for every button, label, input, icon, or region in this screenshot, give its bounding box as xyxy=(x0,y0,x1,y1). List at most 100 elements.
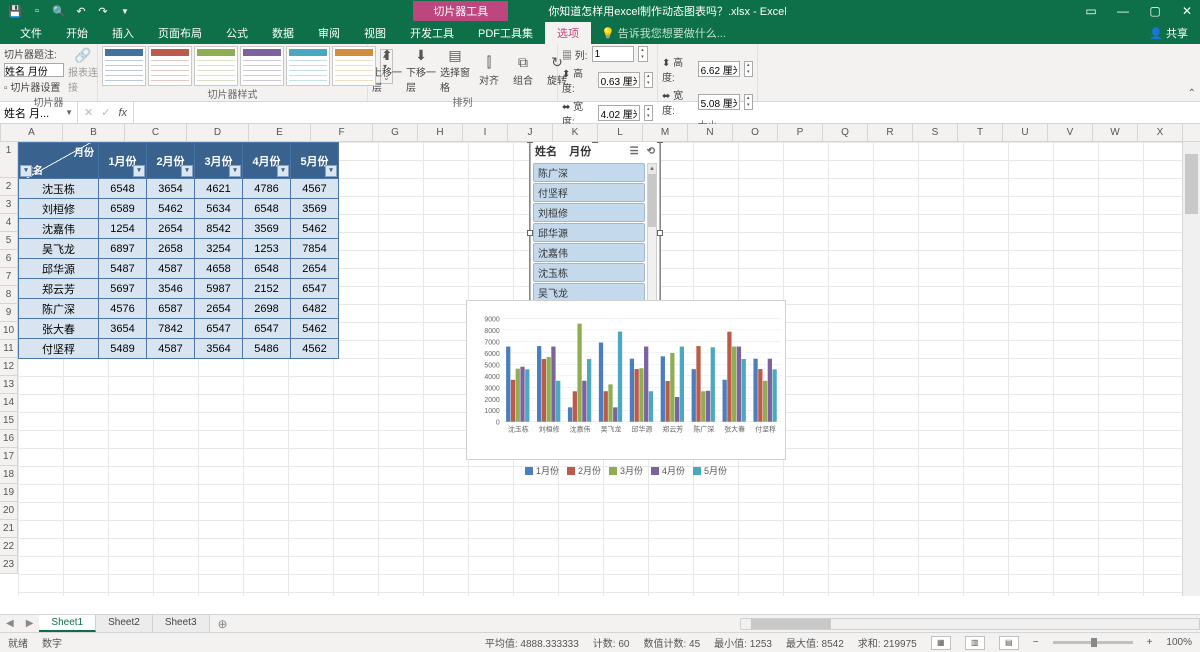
row-header-8[interactable]: 8 xyxy=(0,286,18,304)
slicer-caption-input[interactable] xyxy=(4,63,64,77)
slicer-style-1[interactable] xyxy=(148,46,192,86)
row-header-23[interactable]: 23 xyxy=(0,556,18,574)
report-connections-button[interactable]: 🔗 报表连接 xyxy=(68,46,98,94)
page-break-view-icon[interactable]: ▤ xyxy=(999,636,1019,650)
row-headers[interactable]: 1234567891011121314151617181920212223 xyxy=(0,142,18,574)
save-icon[interactable]: 💾 xyxy=(8,4,22,18)
row-header-11[interactable]: 11 xyxy=(0,340,18,358)
btn-height-spin[interactable]: ⬍ 高度:▴▾ xyxy=(562,65,653,95)
undo-icon[interactable]: ↶ xyxy=(74,4,88,18)
col-header-E[interactable]: E xyxy=(249,124,311,141)
tab-开发工具[interactable]: 开发工具 xyxy=(398,22,466,44)
arrange-组合[interactable]: ⧉组合 xyxy=(508,54,538,87)
row-header-15[interactable]: 15 xyxy=(0,412,18,430)
column-headers[interactable]: ABCDEFGHIJKLMNOPQRSTUVWXY xyxy=(0,124,1200,142)
zoom-level[interactable]: 100% xyxy=(1166,637,1192,648)
slicer-style-3[interactable] xyxy=(240,46,284,86)
col-header-Q[interactable]: Q xyxy=(823,124,868,141)
slicer-item[interactable]: 刘桓修 xyxy=(533,203,645,222)
table-row[interactable]: 张大春36547842654765475462 xyxy=(19,319,339,339)
row-header-17[interactable]: 17 xyxy=(0,448,18,466)
col-header-P[interactable]: P xyxy=(778,124,823,141)
table-row[interactable]: 沈玉栋65483654462147864567 xyxy=(19,179,339,199)
table-row[interactable]: 吴飞龙68972658325412537854 xyxy=(19,239,339,259)
col-header-H[interactable]: H xyxy=(418,124,463,141)
row-header-4[interactable]: 4 xyxy=(0,214,18,232)
scroll-up-icon[interactable]: ▴ xyxy=(648,164,656,174)
ribbon-collapse-icon[interactable]: ⌃ xyxy=(1188,88,1196,99)
zoom-in-icon[interactable]: + xyxy=(1147,637,1153,648)
col-header-R[interactable]: R xyxy=(868,124,913,141)
table-row[interactable]: 邱华源54874587465865482654 xyxy=(19,259,339,279)
row-header-22[interactable]: 22 xyxy=(0,538,18,556)
row-header-3[interactable]: 3 xyxy=(0,196,18,214)
chart[interactable]: 0100020003000400050006000700080009000沈玉栋… xyxy=(466,300,786,460)
col-header-B[interactable]: B xyxy=(63,124,125,141)
row-header-10[interactable]: 10 xyxy=(0,322,18,340)
col-header-G[interactable]: G xyxy=(373,124,418,141)
table-row[interactable]: 刘桓修65895462563465483569 xyxy=(19,199,339,219)
new-icon[interactable]: ▫ xyxy=(30,4,44,18)
clear-filter-icon[interactable]: ⟲ xyxy=(647,146,655,157)
row-header-7[interactable]: 7 xyxy=(0,268,18,286)
filter-dropdown-icon[interactable]: ▾ xyxy=(229,165,241,177)
row-header-13[interactable]: 13 xyxy=(0,376,18,394)
table-row[interactable]: 沈嘉伟12542654854235695462 xyxy=(19,219,339,239)
zoom-out-icon[interactable]: − xyxy=(1033,637,1039,648)
filter-dropdown-icon[interactable]: ▾ xyxy=(325,165,337,177)
tab-文件[interactable]: 文件 xyxy=(8,22,54,44)
sheet-tab-Sheet2[interactable]: Sheet2 xyxy=(96,615,153,632)
col-header-F[interactable]: F xyxy=(311,124,373,141)
multi-select-icon[interactable]: ☰ xyxy=(630,146,639,157)
row-header-20[interactable]: 20 xyxy=(0,502,18,520)
fx-icon[interactable]: fx xyxy=(118,107,127,119)
tab-公式[interactable]: 公式 xyxy=(214,22,260,44)
row-header-12[interactable]: 12 xyxy=(0,358,18,376)
tell-me-search[interactable]: 💡 告诉我您想要做什么... xyxy=(591,22,736,44)
col-header-A[interactable]: A xyxy=(1,124,63,141)
qat-dropdown-icon[interactable]: ▼ xyxy=(118,4,132,18)
cell-grid[interactable]: 月份姓名▾1月份▾2月份▾3月份▾4月份▾5月份▾沈玉栋654836544621… xyxy=(18,142,1182,596)
slicer-height-spin[interactable]: ⬍ 高度:▴▾ xyxy=(662,54,753,84)
row-header-19[interactable]: 19 xyxy=(0,484,18,502)
close-icon[interactable]: ✕ xyxy=(1178,4,1196,18)
row-header-16[interactable]: 16 xyxy=(0,430,18,448)
col-header-V[interactable]: V xyxy=(1048,124,1093,141)
tab-审阅[interactable]: 审阅 xyxy=(306,22,352,44)
slicer-style-2[interactable] xyxy=(194,46,238,86)
row-header-2[interactable]: 2 xyxy=(0,178,18,196)
enter-icon[interactable]: ✓ xyxy=(101,106,110,119)
tab-数据[interactable]: 数据 xyxy=(260,22,306,44)
row-header-14[interactable]: 14 xyxy=(0,394,18,412)
slicer-style-0[interactable] xyxy=(102,46,146,86)
col-header-N[interactable]: N xyxy=(688,124,733,141)
row-header-5[interactable]: 5 xyxy=(0,232,18,250)
tab-页面布局[interactable]: 页面布局 xyxy=(146,22,214,44)
vertical-scrollbar[interactable] xyxy=(1182,142,1200,596)
ribbon-display-icon[interactable]: ▭ xyxy=(1082,4,1100,18)
redo-icon[interactable]: ↷ xyxy=(96,4,110,18)
print-preview-icon[interactable]: 🔍 xyxy=(52,4,66,18)
col-header-D[interactable]: D xyxy=(187,124,249,141)
col-header-O[interactable]: O xyxy=(733,124,778,141)
cols-spin[interactable]: ▦ 列:▴▾ xyxy=(562,46,653,62)
sheet-tab-Sheet1[interactable]: Sheet1 xyxy=(39,615,96,632)
col-header-U[interactable]: U xyxy=(1003,124,1048,141)
filter-dropdown-icon[interactable]: ▾ xyxy=(133,165,145,177)
slicer-item[interactable]: 沈玉栋 xyxy=(533,263,645,282)
sheet-nav-prev-icon[interactable]: ◀ xyxy=(0,618,20,629)
col-header-W[interactable]: W xyxy=(1093,124,1138,141)
slicer-item[interactable]: 陈广深 xyxy=(533,163,645,182)
tab-视图[interactable]: 视图 xyxy=(352,22,398,44)
col-header-I[interactable]: I xyxy=(463,124,508,141)
share-button[interactable]: 👤 共享 xyxy=(1137,22,1200,44)
slicer-width-spin[interactable]: ⬌ 宽度:▴▾ xyxy=(662,87,753,117)
add-sheet-icon[interactable]: ⊕ xyxy=(210,617,236,631)
slicer-item[interactable]: 邱华源 xyxy=(533,223,645,242)
filter-dropdown-icon[interactable]: ▾ xyxy=(277,165,289,177)
slicer-scrollbar[interactable]: ▴ ▾ xyxy=(647,163,657,322)
filter-dropdown-icon[interactable]: ▾ xyxy=(20,165,32,177)
sheet-nav-next-icon[interactable]: ▶ xyxy=(20,618,40,629)
slicer-style-4[interactable] xyxy=(286,46,330,86)
row-header-1[interactable]: 1 xyxy=(0,142,18,178)
